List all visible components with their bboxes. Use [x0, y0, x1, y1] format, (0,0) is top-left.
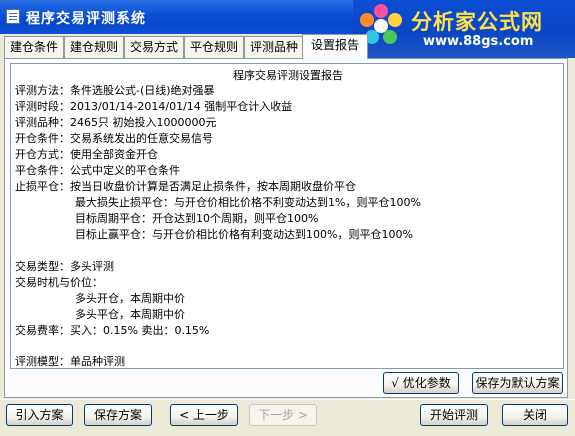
tab-test-symbols[interactable]: 评测品种 [244, 36, 304, 58]
report-line: 评测模型：单品种评测 [15, 355, 125, 368]
report-line: 交易时机与价位： [15, 276, 103, 289]
report-line: 交易类型：多头评测 [15, 260, 114, 273]
save-scheme-button[interactable]: 保存方案 [84, 404, 152, 426]
save-as-default-button[interactable]: 保存为默认方案 [472, 372, 563, 394]
brand-name: 分析家公式网 [411, 10, 543, 34]
tab-panel: 程序交易评测设置报告 评测方法：条件选股公式-(日线)绝对强暴 评测时段：201… [4, 58, 568, 398]
optimize-params-button[interactable]: √ 优化参数 [383, 372, 459, 394]
report-line: 多头开仓，本周期中价 [75, 292, 185, 305]
report-line: 开仓方式：使用全部资金开仓 [15, 148, 158, 161]
next-step-button[interactable]: 下一步 > [249, 404, 317, 426]
report-line: 评测时段：2013/01/14-2014/01/14 强制平仓计入收益 [15, 100, 293, 113]
report-title: 程序交易评测设置报告 [233, 69, 343, 82]
tab-open-conditions[interactable]: 建仓条件 [4, 36, 64, 58]
report-line: 多头平仓，本周期中价 [75, 308, 185, 321]
report-line: 目标周期平仓：开仓达到10个周期，则平仓100% [75, 212, 319, 225]
report-line: 开仓条件：交易系统发出的任意交易信号 [15, 132, 213, 145]
window-title: 程序交易评测系统 [26, 11, 146, 27]
app-icon [6, 9, 20, 24]
report-line: 止损平仓：按当日收盘价计算是否满足止损条件，按本周期收盘价平仓 [15, 180, 356, 193]
tab-trade-mode[interactable]: 交易方式 [124, 36, 184, 58]
settings-report-textarea[interactable]: 程序交易评测设置报告 评测方法：条件选股公式-(日线)绝对强暴 评测时段：201… [10, 63, 564, 369]
report-line: 最大损失止损平仓：与开仓价相比价格不利变动达到1%，则平仓100% [75, 196, 421, 209]
brand-banner: 分析家公式网 www.88gs.com [353, 0, 575, 58]
report-line: 交易费率：买入：0.15% 卖出：0.15% [15, 324, 210, 337]
close-button[interactable]: 关闭 [502, 404, 568, 426]
brand-url: www.88gs.com [423, 34, 534, 49]
tab-open-rules[interactable]: 建仓规则 [64, 36, 124, 58]
report-line: 评测方法：条件选股公式-(日线)绝对强暴 [15, 84, 215, 97]
tab-close-rules[interactable]: 平仓规则 [184, 36, 244, 58]
previous-step-button[interactable]: < 上一步 [170, 404, 238, 426]
report-line: 平仓条件：公式中定义的平仓条件 [15, 164, 180, 177]
tab-settings-report[interactable]: 设置报告 [302, 34, 368, 59]
report-line: 目标止赢平仓：与开仓价相比价格有利变动达到100%，则平仓100% [75, 228, 413, 241]
report-line: 评测品种：2465只 初始投入1000000元 [15, 116, 217, 129]
start-test-button[interactable]: 开始评测 [420, 404, 488, 426]
import-scheme-button[interactable]: 引入方案 [6, 404, 73, 426]
footer-divider [0, 399, 575, 400]
